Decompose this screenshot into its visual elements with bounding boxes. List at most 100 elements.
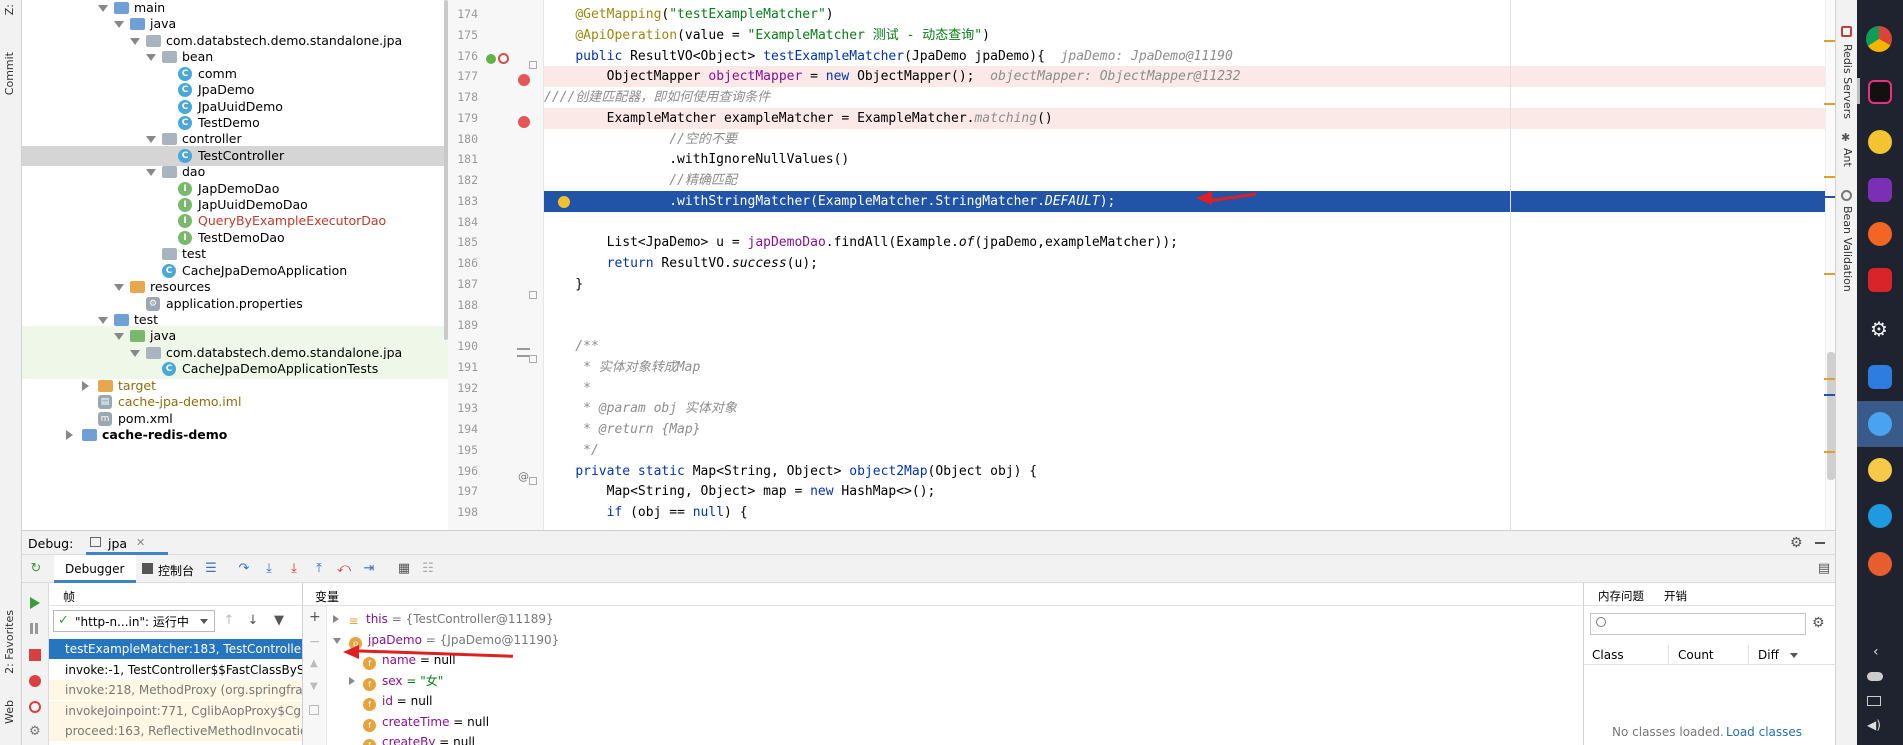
emoji-app-icon[interactable] xyxy=(1868,458,1892,482)
code-line[interactable] xyxy=(544,295,1834,316)
variable-row[interactable]: ≡ this = {TestController@11189} xyxy=(333,609,554,629)
mute-breakpoints-icon[interactable] xyxy=(29,701,41,713)
class-col-header[interactable]: Class xyxy=(1592,648,1624,662)
chevron-down-icon[interactable] xyxy=(146,54,156,62)
chevron-down-icon[interactable] xyxy=(114,284,124,292)
breakpoint-icon[interactable] xyxy=(518,116,530,128)
code-line[interactable]: //精确匹配 xyxy=(544,170,1834,191)
chevron-down-icon[interactable] xyxy=(146,136,156,144)
fold-icon[interactable] xyxy=(529,355,537,363)
frame-item[interactable]: proceed:163, ReflectiveMethodInvocatio xyxy=(49,721,302,741)
code-line[interactable]: return ResultVO.success(u); xyxy=(544,253,1834,274)
chevron-left-icon[interactable]: ‹ xyxy=(1873,645,1879,659)
code-line[interactable]: ExampleMatcher exampleMatcher = ExampleM… xyxy=(544,107,1834,129)
code-line[interactable]: List<JpaDemo> u = japDemoDao.findAll(Exa… xyxy=(544,232,1834,253)
error-stripe-mark[interactable] xyxy=(1824,378,1835,380)
overrides-at-icon[interactable]: @ xyxy=(518,471,529,483)
variable-row[interactable]: f sex = "女" xyxy=(349,671,443,691)
force-step-into-icon[interactable]: ⤓ xyxy=(286,561,302,577)
settings-small-icon[interactable]: ⚙ xyxy=(29,725,41,739)
variable-row[interactable]: p jpaDemo = {JpaDemo@11190} xyxy=(333,630,559,650)
evaluate-icon[interactable]: ▦ xyxy=(396,561,412,577)
variable-row[interactable]: f id = null xyxy=(349,691,433,711)
load-classes-link[interactable]: Load classes xyxy=(1726,725,1802,739)
down-arrow-icon[interactable]: ↓ xyxy=(245,613,261,629)
intellij-icon[interactable] xyxy=(1868,80,1892,104)
code-line[interactable]: */ xyxy=(544,440,1834,461)
code-line[interactable]: .withIgnoreNullValues() xyxy=(544,149,1834,170)
resume-icon[interactable] xyxy=(30,597,40,609)
filter-icon[interactable]: ▼ xyxy=(271,613,287,629)
tree-item[interactable]: cache-redis-demo xyxy=(22,425,448,445)
move-down-icon[interactable]: ▼ xyxy=(310,681,318,693)
code-line[interactable]: * xyxy=(544,378,1834,399)
count-col-header[interactable]: Count xyxy=(1678,648,1714,662)
fold-icon[interactable] xyxy=(529,61,537,69)
run-to-cursor-icon[interactable]: ⇥ xyxy=(361,561,377,577)
error-stripe-mark[interactable] xyxy=(1824,40,1835,42)
code-line[interactable]: ObjectMapper objectMapper = new ObjectMa… xyxy=(544,66,1834,88)
layout-icon[interactable]: ▤ xyxy=(1816,561,1832,577)
breakpoint-gutter-icon[interactable] xyxy=(498,53,509,64)
ant-tab[interactable]: Ant xyxy=(1841,148,1854,167)
chevron-right-icon[interactable] xyxy=(333,615,339,623)
chrome-icon[interactable] xyxy=(1866,26,1892,52)
thread-select[interactable]: ✓ "http-n...in": 运行中 xyxy=(53,610,215,632)
remote-app-icon[interactable] xyxy=(1868,365,1892,389)
error-stripe-mark[interactable] xyxy=(1824,176,1835,178)
code-editor[interactable]: @GetMapping("testExampleMatcher") @ApiOp… xyxy=(544,0,1834,530)
drop-frame-icon[interactable]: ⤺ xyxy=(336,561,352,577)
view-breakpoints-icon[interactable] xyxy=(29,675,41,687)
commit-tab[interactable]: Commit xyxy=(3,52,16,95)
code-line[interactable] xyxy=(544,212,1834,233)
code-line[interactable]: //空的不要 xyxy=(544,129,1834,150)
step-into-icon[interactable]: ⤓ xyxy=(261,561,277,577)
stop-icon[interactable] xyxy=(29,649,41,661)
console-tab-label[interactable]: 控制台 xyxy=(158,562,194,579)
step-over-icon[interactable]: ↷ xyxy=(236,561,252,577)
gear-icon[interactable]: ⚙ xyxy=(1812,615,1825,631)
pause-icon[interactable] xyxy=(30,623,33,634)
display-icon[interactable] xyxy=(1867,696,1881,706)
code-line[interactable]: @GetMapping("testExampleMatcher") xyxy=(544,4,1834,25)
code-line[interactable]: } xyxy=(544,274,1834,295)
frame-item[interactable]: testExampleMatcher:183, TestController xyxy=(49,639,302,659)
youdao-icon[interactable] xyxy=(1868,268,1892,292)
code-line[interactable]: @ApiOperation(value = "ExampleMatcher 测试… xyxy=(544,25,1834,46)
intention-bulb-icon[interactable] xyxy=(558,196,570,208)
cloud-icon[interactable] xyxy=(1867,672,1883,681)
code-line[interactable]: ////创建匹配器，即如何使用查询条件 xyxy=(544,87,1834,108)
code-line[interactable]: private static Map<String, Object> objec… xyxy=(544,461,1834,482)
error-stripe-mark[interactable] xyxy=(1824,196,1835,198)
minimize-icon[interactable] xyxy=(1815,542,1825,544)
code-line[interactable]: * @param obj 实体对象 xyxy=(544,398,1834,419)
settings-gear-icon[interactable]: ⚙ xyxy=(1870,318,1888,340)
run-gutter-icon[interactable] xyxy=(486,54,496,64)
frame-item[interactable]: invokeJoinpoint:771, CglibAopProxy$Cgli xyxy=(49,700,302,721)
memory-tab[interactable]: 内存问题 xyxy=(1598,588,1644,604)
frame-item[interactable]: invoke:-1, TestController$$FastClassBySp xyxy=(49,660,302,680)
breakpoint-icon[interactable] xyxy=(518,74,530,86)
chevron-right-icon[interactable] xyxy=(349,676,355,685)
overhead-tab[interactable]: 开销 xyxy=(1664,588,1687,604)
code-line[interactable] xyxy=(544,315,1834,336)
code-line[interactable]: * 实体对象转成Map xyxy=(544,357,1834,378)
structure-tab[interactable]: Z: xyxy=(3,4,16,15)
copy-icon[interactable] xyxy=(309,705,319,715)
code-line[interactable]: Map<String, Object> map = new HashMap<>(… xyxy=(544,481,1834,502)
chevron-down-icon[interactable] xyxy=(130,37,140,45)
trace-icon[interactable]: ☷ xyxy=(420,561,436,577)
error-stripe-mark[interactable] xyxy=(1824,273,1835,275)
move-up-icon[interactable]: ▲ xyxy=(310,658,318,670)
chevron-down-icon[interactable] xyxy=(1790,653,1798,658)
chevron-down-icon[interactable] xyxy=(114,333,124,341)
code-line[interactable]: public ResultVO<Object> testExampleMatch… xyxy=(544,46,1834,67)
app-gear-icon[interactable] xyxy=(1868,552,1892,576)
chevron-right-icon[interactable] xyxy=(82,380,89,391)
gear-icon[interactable]: ⚙ xyxy=(1790,535,1803,551)
code-line[interactable]: * @return {Map} xyxy=(544,419,1834,440)
session-tab-label[interactable]: jpa xyxy=(108,536,127,551)
variable-row[interactable]: f createBy = null xyxy=(349,732,475,745)
chevron-right-icon[interactable] xyxy=(66,429,73,440)
chat-app-icon[interactable] xyxy=(1868,130,1892,154)
